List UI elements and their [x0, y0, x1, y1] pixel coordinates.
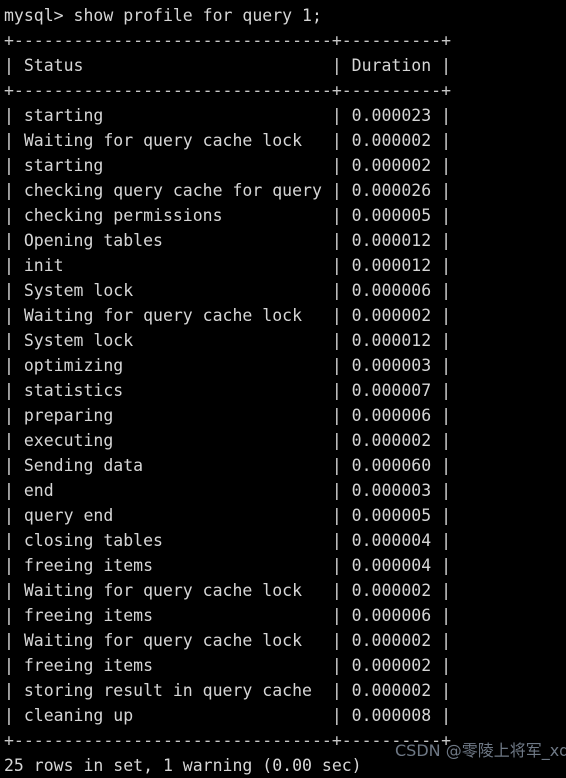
table-row: | executing | 0.000002 | — [4, 431, 452, 450]
terminal-window: mysql> show profile for query 1; +------… — [0, 0, 566, 775]
table-header-row: | Status | Duration | — [4, 56, 452, 75]
command-prompt-line: mysql> show profile for query 1; — [4, 6, 322, 25]
table-header-border: +--------------------------------+------… — [4, 81, 452, 100]
table-row: | freeing items | 0.000006 | — [4, 606, 452, 625]
table-row: | Waiting for query cache lock | 0.00000… — [4, 306, 452, 325]
table-body: | starting | 0.000023 | | Waiting for que… — [4, 103, 566, 728]
table-row: | System lock | 0.000012 | — [4, 331, 452, 350]
table-row: | storing result in query cache | 0.0000… — [4, 681, 452, 700]
table-row: | end | 0.000003 | — [4, 481, 452, 500]
table-row: | Waiting for query cache lock | 0.00000… — [4, 131, 452, 150]
table-row: | freeing items | 0.000004 | — [4, 556, 452, 575]
table-row: | starting | 0.000002 | — [4, 156, 452, 175]
table-row: | closing tables | 0.000004 | — [4, 531, 452, 550]
table-row: | Waiting for query cache lock | 0.00000… — [4, 581, 452, 600]
table-row: | query end | 0.000005 | — [4, 506, 452, 525]
table-row: | Waiting for query cache lock | 0.00000… — [4, 631, 452, 650]
table-row: | Opening tables | 0.000012 | — [4, 231, 452, 250]
table-row: | Sending data | 0.000060 | — [4, 456, 452, 475]
table-row: | checking query cache for query | 0.000… — [4, 181, 452, 200]
table-row: | cleaning up | 0.000008 | — [4, 706, 452, 725]
table-row: | init | 0.000012 | — [4, 256, 452, 275]
table-top-border: +--------------------------------+------… — [4, 31, 452, 50]
table-row: | freeing items | 0.000002 | — [4, 656, 452, 675]
table-row: | preparing | 0.000006 | — [4, 406, 452, 425]
table-row: | starting | 0.000023 | — [4, 106, 452, 125]
table-row: | System lock | 0.000006 | — [4, 281, 452, 300]
table-row: | optimizing | 0.000003 | — [4, 356, 452, 375]
table-bottom-border: +--------------------------------+------… — [4, 731, 452, 750]
table-row: | checking permissions | 0.000005 | — [4, 206, 452, 225]
result-summary: 25 rows in set, 1 warning (0.00 sec) — [4, 756, 362, 775]
table-row: | statistics | 0.000007 | — [4, 381, 452, 400]
